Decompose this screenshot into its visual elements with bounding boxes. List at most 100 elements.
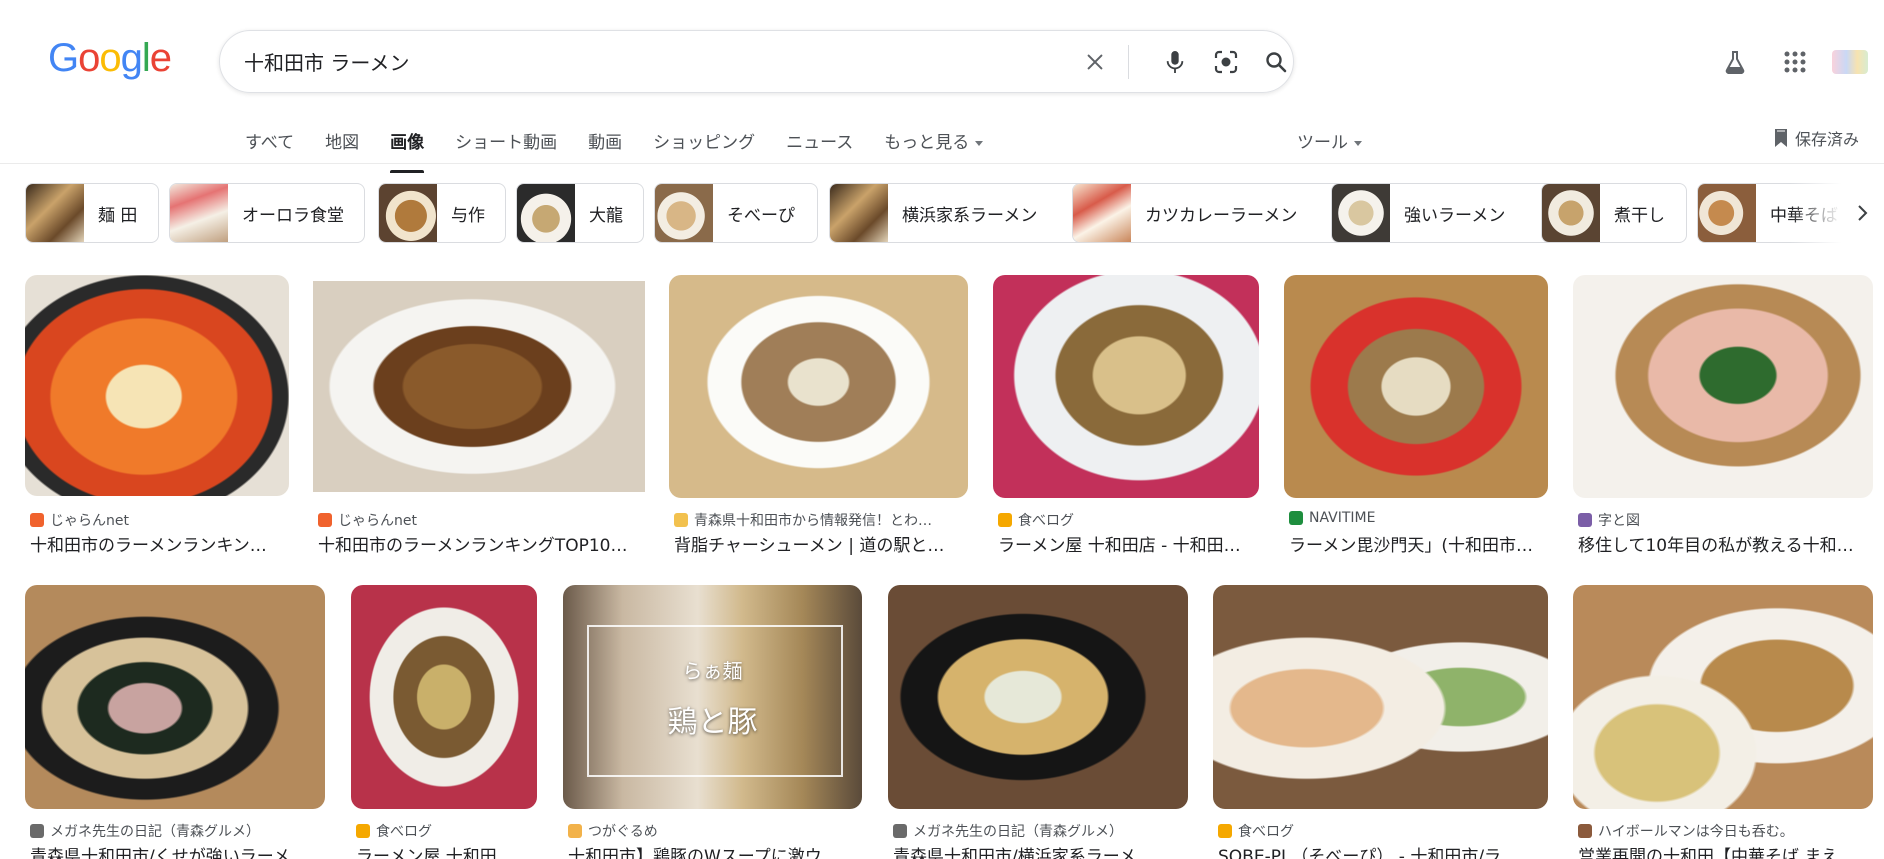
tab-news[interactable]: ニュース xyxy=(786,124,853,164)
close-icon[interactable] xyxy=(1075,42,1115,82)
search-input[interactable] xyxy=(244,31,1044,92)
chip-label: 大龍 xyxy=(589,205,623,226)
bookmark-icon xyxy=(1775,129,1787,147)
logo-letter: G xyxy=(48,36,79,80)
result-source-label: NAVITIME xyxy=(1309,510,1376,526)
result-title: SOBE-PI （そべーぴ） - 十和田市/ラ… xyxy=(1218,847,1519,859)
chip-label: 強いラーメン xyxy=(1404,205,1506,226)
image-result[interactable]: メガネ先生の日記（青森グルメ） 青森県十和田市/横浜家系ラーメ… xyxy=(888,585,1188,859)
tab-more[interactable]: もっと見る xyxy=(884,124,984,164)
apps-grid-icon[interactable] xyxy=(1775,42,1815,82)
logo-letter: l xyxy=(141,36,151,80)
tab-maps[interactable]: 地図 xyxy=(325,124,359,164)
chip-label: そべーぴ xyxy=(727,205,795,226)
chip[interactable]: 煮干し xyxy=(1541,183,1687,243)
chip[interactable]: 麺 田 xyxy=(25,183,159,243)
result-image xyxy=(1573,585,1873,809)
chip[interactable]: 大龍 xyxy=(516,183,644,243)
image-overlay-text: らぁ麺 xyxy=(682,659,743,683)
result-title: 青森県十和田市/くせが強いラーメ… xyxy=(30,847,308,859)
chip-label: 麺 田 xyxy=(98,205,138,226)
tab-all[interactable]: すべて xyxy=(245,124,294,164)
result-source: 食べログ xyxy=(1218,821,1294,841)
tab-short-videos[interactable]: ショート動画 xyxy=(455,124,557,164)
camera-lens-icon[interactable] xyxy=(1206,42,1246,82)
image-result[interactable]: 食べログ SOBE-PI （そべーぴ） - 十和田市/ラ… xyxy=(1213,585,1548,859)
tabelog-favicon-icon xyxy=(998,513,1012,527)
result-title: 移住して10年目の私が教える十和… xyxy=(1578,536,1854,556)
result-source: じゃらんnet xyxy=(30,510,129,530)
chip[interactable]: 横浜家系ラーメン xyxy=(829,183,1087,243)
image-result[interactable]: NAVITIME ラーメン毘沙門天」(十和田市… xyxy=(1284,275,1548,557)
logo-letter: e xyxy=(149,36,172,80)
jalan-favicon-icon xyxy=(318,513,332,527)
result-source-label: 青森県十和田市から情報発信！とわ… xyxy=(694,513,932,529)
result-image xyxy=(1213,585,1548,809)
image-result[interactable]: ハイボールマンは今日も呑む。 営業再開の十和田【中華そば まえ… xyxy=(1573,585,1873,859)
saved-button[interactable]: 保存済み xyxy=(1773,126,1859,150)
result-source-label: 字と図 xyxy=(1598,513,1640,529)
chip[interactable]: そべーぴ xyxy=(654,183,818,243)
result-source-label: つがぐるめ xyxy=(588,824,658,840)
image-result[interactable]: 字と図 移住して10年目の私が教える十和… xyxy=(1573,275,1873,557)
result-image xyxy=(25,275,289,496)
image-result[interactable]: じゃらんnet 十和田市のラーメンランキングTOP10… xyxy=(313,275,645,557)
result-source: 字と図 xyxy=(1578,510,1640,530)
image-result[interactable]: らぁ麺 鶏と豚 つがぐるめ 十和田市】鶏豚のWスープに激ウ… xyxy=(563,585,862,859)
logo-letter: g xyxy=(120,36,143,80)
result-image xyxy=(993,275,1259,498)
chip-thumbnail xyxy=(379,184,437,242)
tab-videos[interactable]: 動画 xyxy=(588,124,622,164)
search-divider xyxy=(1128,45,1129,79)
image-overlay-text: 鶏と豚 xyxy=(667,705,758,740)
image-result[interactable]: じゃらんnet 十和田市のラーメンランキン… xyxy=(25,275,289,557)
megane-favicon-icon xyxy=(893,824,907,838)
chip[interactable]: カツカレーラーメン xyxy=(1072,183,1347,243)
image-result[interactable]: 青森県十和田市から情報発信！とわ… 背脂チャーシューメン | 道の駅と… xyxy=(669,275,968,557)
result-title: ラーメン屋 十和田店 - 十和田… xyxy=(998,536,1241,556)
search-icon[interactable] xyxy=(1256,42,1296,82)
chevron-right-icon[interactable] xyxy=(1850,200,1874,226)
logo-letter: o xyxy=(99,36,121,80)
account-avatar[interactable] xyxy=(1832,50,1868,74)
search-tabs: すべて 地図 画像 ショート動画 動画 ショッピング ニュース もっと見る xyxy=(245,124,1014,173)
image-result[interactable]: メガネ先生の日記（青森グルメ） 青森県十和田市/くせが強いラーメ… xyxy=(25,585,325,859)
result-title: 十和田市のラーメンランキン… xyxy=(30,536,267,556)
chip-thumbnail xyxy=(517,184,575,242)
result-title: 営業再開の十和田【中華そば まえ… xyxy=(1578,847,1856,859)
image-result[interactable]: 食べログ ラーメン屋 十和田… xyxy=(351,585,537,859)
result-source: メガネ先生の日記（青森グルメ） xyxy=(30,821,260,841)
result-source-label: じゃらんnet xyxy=(338,513,417,529)
tab-shopping[interactable]: ショッピング xyxy=(653,124,755,164)
tab-images[interactable]: 画像 xyxy=(390,124,425,173)
result-title: 十和田市】鶏豚のWスープに激ウ… xyxy=(568,847,839,859)
result-title: 十和田市のラーメンランキングTOP10… xyxy=(318,536,628,556)
flask-icon[interactable] xyxy=(1715,42,1755,82)
megane-favicon-icon xyxy=(30,824,44,838)
jitozu-favicon-icon xyxy=(1578,513,1592,527)
chip[interactable]: 与作 xyxy=(378,183,506,243)
caret-down-icon xyxy=(975,140,984,146)
nav-divider xyxy=(0,163,1884,164)
result-source-label: メガネ先生の日記（青森グルメ） xyxy=(913,824,1123,840)
result-title: ラーメン屋 十和田… xyxy=(356,847,514,859)
chip[interactable]: 強いラーメン xyxy=(1331,183,1555,243)
chip-label: カツカレーラーメン xyxy=(1145,205,1298,226)
tools-button[interactable]: ツール xyxy=(1297,128,1362,153)
saved-label: 保存済み xyxy=(1795,130,1860,149)
result-source: 青森県十和田市から情報発信！とわ… xyxy=(674,510,932,530)
chip[interactable]: オーロラ食堂 xyxy=(169,183,365,243)
towada-favicon-icon xyxy=(674,513,688,527)
microphone-icon[interactable] xyxy=(1155,42,1195,82)
result-source-label: 食べログ xyxy=(1018,513,1074,529)
result-source: ハイボールマンは今日も呑む。 xyxy=(1578,821,1794,841)
result-source-label: じゃらんnet xyxy=(50,513,129,529)
chip-thumbnail xyxy=(1073,184,1131,242)
image-result[interactable]: 食べログ ラーメン屋 十和田店 - 十和田… xyxy=(993,275,1259,557)
result-source: NAVITIME xyxy=(1289,510,1375,526)
chip-thumbnail xyxy=(1698,184,1756,242)
result-source: 食べログ xyxy=(998,510,1074,530)
google-logo[interactable]: Google xyxy=(48,36,172,80)
result-image xyxy=(25,585,325,809)
result-source-label: ハイボールマンは今日も呑む。 xyxy=(1598,824,1794,840)
